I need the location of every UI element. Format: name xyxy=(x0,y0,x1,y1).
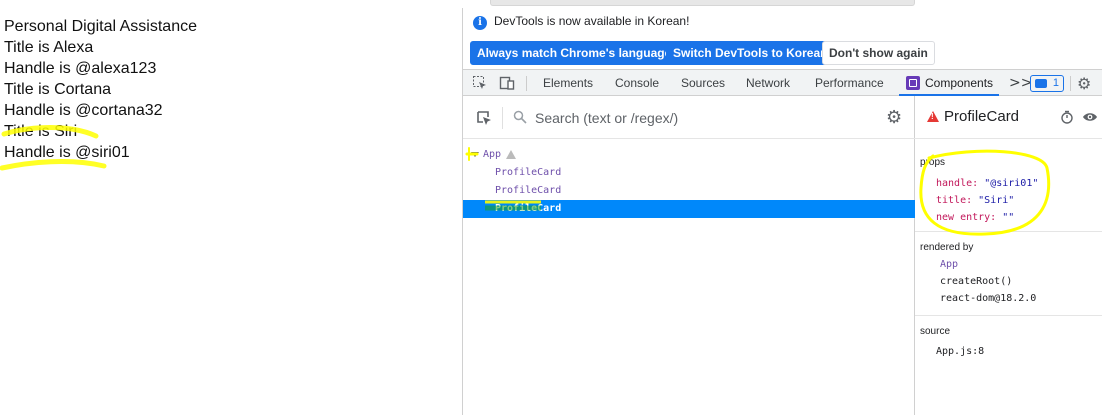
prop-row-new-entry[interactable]: new entry: "" xyxy=(936,212,1014,223)
warning-icon xyxy=(506,150,516,159)
tree-row-app[interactable]: App xyxy=(463,146,915,164)
collapse-caret-icon[interactable] xyxy=(471,152,479,157)
browser-top-strip xyxy=(0,0,1102,8)
dont-show-again-button[interactable]: Don't show again xyxy=(822,41,935,65)
device-toggle-icon[interactable] xyxy=(499,75,515,91)
rendered-by-label: rendered by xyxy=(920,242,974,253)
title-line-alexa: Title is Alexa xyxy=(4,39,94,56)
title-line-cortana: Title is Cortana xyxy=(4,81,111,98)
prop-key: handle: xyxy=(936,178,979,189)
tab-elements[interactable]: Elements xyxy=(543,70,593,96)
handle-line-cortana: Handle is @cortana32 xyxy=(4,102,163,119)
tab-console[interactable]: Console xyxy=(615,70,659,96)
prop-value: "" xyxy=(1002,212,1015,223)
warning-icon xyxy=(927,111,939,122)
search-icon xyxy=(513,110,527,124)
props-label: props xyxy=(920,157,946,168)
toolbar-divider xyxy=(526,76,527,91)
stopwatch-icon[interactable] xyxy=(1060,110,1074,124)
tree-row-label: ProfileCard xyxy=(495,167,562,178)
rendered-by-createroot: createRoot() xyxy=(940,276,1013,287)
devtools-panel: i DevTools is now available in Korean! A… xyxy=(462,8,1102,415)
tree-row-profilecard-selected[interactable]: ProfileCard xyxy=(463,200,915,218)
source-label: source xyxy=(920,326,951,337)
match-language-button[interactable]: Always match Chrome's language xyxy=(470,41,679,65)
source-section: source App.js:8 xyxy=(915,316,1102,415)
source-location-link[interactable]: App.js:8 xyxy=(936,346,984,357)
inspector-title: ProfileCard xyxy=(944,108,1020,125)
more-tabs-chevron-icon[interactable]: >> xyxy=(1009,70,1032,96)
component-search-input[interactable] xyxy=(535,107,875,129)
messages-count: 1 xyxy=(1052,77,1059,89)
title-line-siri: Title is Siri xyxy=(4,123,78,140)
prop-row-title[interactable]: title: "Siri" xyxy=(936,195,1014,206)
messages-badge[interactable]: 1 xyxy=(1030,75,1064,92)
search-divider xyxy=(502,107,503,129)
devtools-tab-bar: Elements Console Sources Network Perform… xyxy=(463,69,1102,96)
prop-value: "Siri" xyxy=(978,195,1015,206)
inspect-select-icon[interactable] xyxy=(475,109,493,127)
language-info-bar: i DevTools is now available in Korean! A… xyxy=(463,8,1102,66)
prop-key: title: xyxy=(936,195,973,206)
eye-icon[interactable] xyxy=(1082,111,1098,123)
handle-line-siri: Handle is @siri01 xyxy=(4,144,130,161)
tab-performance[interactable]: Performance xyxy=(815,70,884,96)
component-search-row: ⚙ xyxy=(463,96,915,139)
horizontal-scrollbar[interactable] xyxy=(490,0,915,6)
messages-icon xyxy=(1035,79,1047,88)
tree-row-label: ProfileCard xyxy=(495,185,562,196)
tab-components-label: Components xyxy=(925,76,994,90)
info-icon: i xyxy=(473,16,487,30)
select-element-icon[interactable] xyxy=(472,75,488,91)
tree-row-profilecard[interactable]: ProfileCard xyxy=(463,164,915,182)
prop-value: "@siri01" xyxy=(984,178,1039,189)
settings-gear-icon[interactable]: ⚙ xyxy=(1077,74,1091,93)
inspector-pane: ProfileCard props handle: "@siri01" titl… xyxy=(915,96,1102,415)
tree-row-label: ProfileCard xyxy=(495,203,562,214)
tree-row-profilecard[interactable]: ProfileCard xyxy=(463,182,915,200)
page-heading: Personal Digital Assistance xyxy=(4,18,197,35)
prop-key: new entry: xyxy=(936,212,997,223)
inspector-header: ProfileCard xyxy=(915,96,1102,139)
page-content: Personal Digital Assistance Title is Ale… xyxy=(0,8,462,415)
rendered-by-app-link[interactable]: App xyxy=(940,259,958,270)
component-tree-pane: ⚙ App ProfileCard ProfileCard ProfileCar… xyxy=(463,96,915,415)
components-logo-icon xyxy=(906,76,920,90)
switch-korean-button[interactable]: Switch DevTools to Korean xyxy=(666,41,835,65)
rendered-by-react-dom: react-dom@18.2.0 xyxy=(940,293,1037,304)
props-section: props handle: "@siri01" title: "Siri" ne… xyxy=(915,140,1102,232)
prop-row-handle[interactable]: handle: "@siri01" xyxy=(936,178,1038,189)
toolbar-divider xyxy=(1070,76,1071,91)
info-message: DevTools is now available in Korean! xyxy=(494,14,690,28)
handle-line-alexa: Handle is @alexa123 xyxy=(4,60,157,77)
settings-icon[interactable]: ⚙ xyxy=(886,107,902,128)
tab-sources[interactable]: Sources xyxy=(681,70,725,96)
rendered-by-section: rendered by App createRoot() react-dom@1… xyxy=(915,232,1102,316)
tab-network[interactable]: Network xyxy=(746,70,790,96)
tree-row-label: App xyxy=(483,149,502,160)
